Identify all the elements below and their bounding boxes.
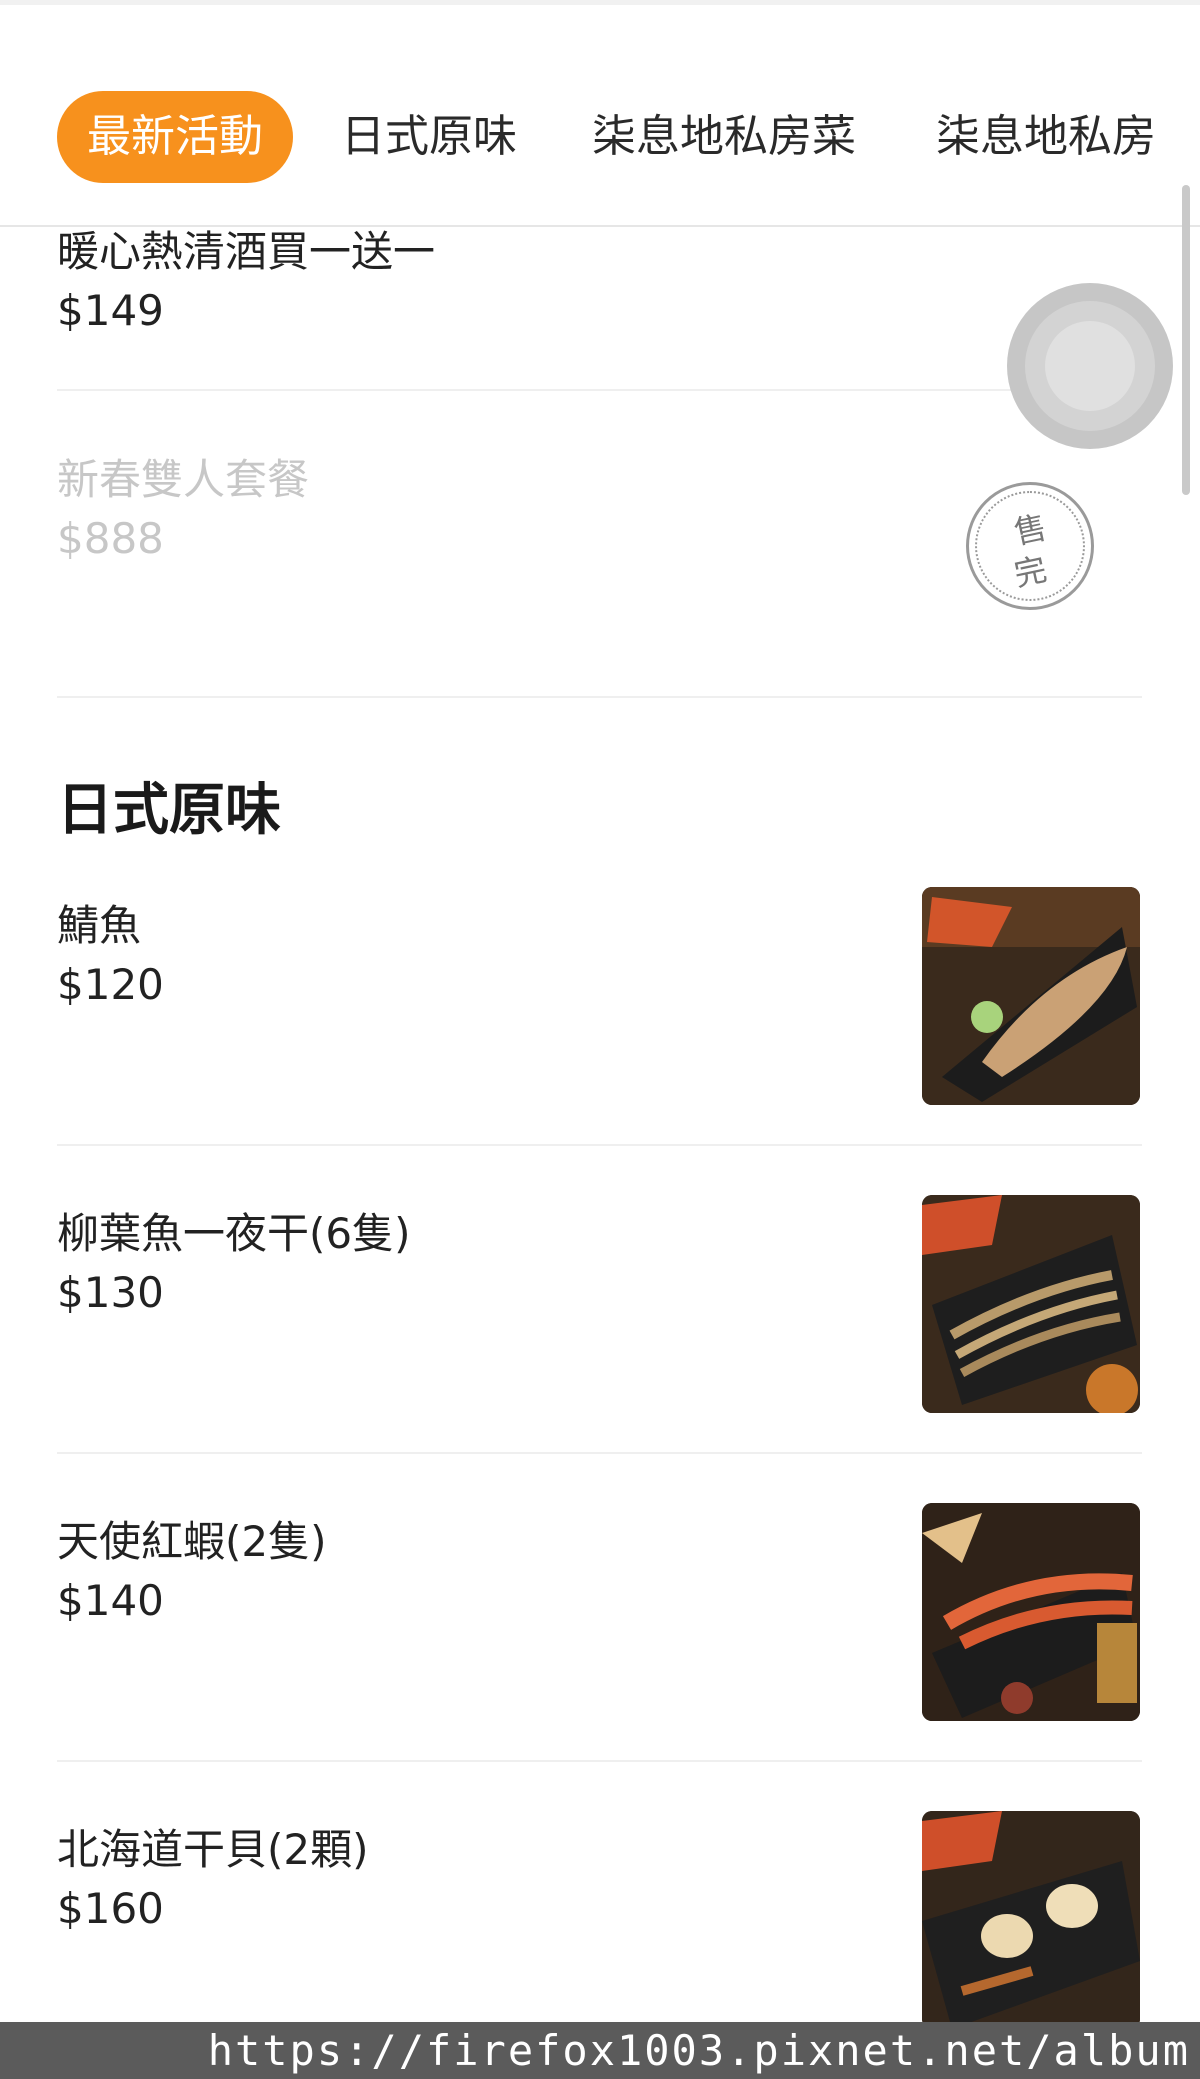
item-price: $140 — [57, 1576, 164, 1625]
item-name: 北海道干貝(2顆) — [57, 1825, 369, 1874]
divider — [57, 696, 1142, 698]
item-price: $120 — [57, 960, 164, 1009]
item-photo[interactable] — [922, 887, 1140, 1105]
item-price: $888 — [57, 514, 164, 563]
item-photo[interactable] — [922, 1811, 1140, 2029]
divider — [57, 1760, 1142, 1762]
divider — [57, 1144, 1142, 1146]
sold-out-stamp: 售 完 — [966, 482, 1094, 610]
item-name: 天使紅蝦(2隻) — [57, 1517, 327, 1566]
item-photo[interactable] — [922, 1503, 1140, 1721]
divider — [57, 1452, 1142, 1454]
item-price: $149 — [57, 286, 164, 335]
tab-private-dishes-2[interactable]: 柒息地私房 — [936, 91, 1156, 183]
item-name: 鯖魚 — [57, 901, 142, 950]
tab-private-dishes[interactable]: 柒息地私房菜 — [592, 91, 856, 183]
item-price: $130 — [57, 1268, 164, 1317]
watermark-url: https://firefox1003.pixnet.net/album — [207, 2026, 1190, 2075]
watermark-bar: https://firefox1003.pixnet.net/album — [0, 2022, 1200, 2079]
section-title: 日式原味 — [57, 778, 281, 843]
divider — [57, 389, 1142, 391]
scrollbar[interactable] — [1182, 185, 1190, 495]
menu-content: 暖心熱清酒買一送一 $149 新春雙人套餐 $888 售 完 日式原味 鯖魚 $… — [0, 0, 1200, 2079]
tab-japanese-original[interactable]: 日式原味 — [341, 91, 517, 183]
category-tab-bar: 最新活動 日式原味 柒息地私房菜 柒息地私房 — [0, 5, 1200, 227]
item-name: 新春雙人套餐 — [57, 455, 310, 504]
item-name: 柳葉魚一夜干(6隻) — [57, 1209, 411, 1258]
item-name: 暖心熱清酒買一送一 — [57, 227, 436, 276]
floating-touch-button[interactable] — [1007, 283, 1173, 449]
item-price: $160 — [57, 1884, 164, 1933]
item-photo[interactable] — [922, 1195, 1140, 1413]
tab-latest-events[interactable]: 最新活動 — [57, 91, 293, 183]
